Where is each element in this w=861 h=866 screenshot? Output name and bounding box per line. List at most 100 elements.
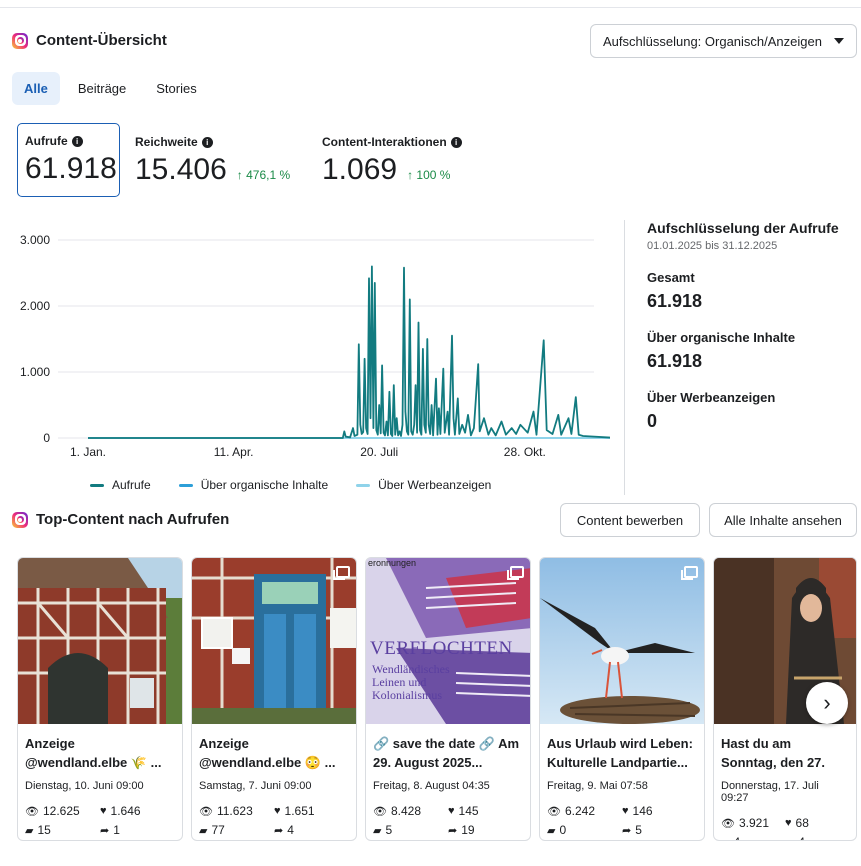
- views-count: 12.625: [42, 804, 80, 818]
- eye-icon: 👁: [373, 805, 387, 818]
- comment-icon: ▰: [25, 824, 34, 837]
- comment-icon: ▰: [373, 824, 382, 837]
- carousel-next-button[interactable]: ›: [806, 682, 848, 724]
- comments-count: 4: [733, 835, 740, 840]
- tab-beitraege[interactable]: Beiträge: [66, 72, 138, 105]
- post-thumbnail[interactable]: [18, 558, 182, 724]
- instagram-icon: [12, 32, 28, 49]
- views-line-chart: 3.000 2.000 1.000 0 1. Jan. 11. Apr. 20. Juli 2…: [20, 233, 610, 459]
- info-icon[interactable]: i: [71, 135, 83, 147]
- likes-count: 1.651: [284, 804, 315, 818]
- metric-delta: ↑ 476,1 %: [236, 168, 291, 182]
- post-thumbnail[interactable]: [192, 558, 356, 724]
- breakdown-title: Aufschlüsselung der Aufrufe: [647, 220, 839, 236]
- y-tick-label: 0: [43, 431, 50, 445]
- breakdown-label: Über organische Inhalte: [647, 330, 796, 345]
- views-count: 6.242: [564, 804, 595, 818]
- post-stats: 👁 6.242 ♥ 146 ▰ 0 ➦ 5: [540, 792, 704, 837]
- post-thumbnail[interactable]: eronnungen VERFLOCHTEN Wendländisches Le…: [366, 558, 530, 724]
- poster-title-text: VERFLOCHTEN: [370, 638, 513, 659]
- post-date: Dienstag, 10. Juni 09:00: [25, 780, 144, 792]
- metric-label: Aufrufe: [25, 134, 68, 148]
- post-title: 🔗 save the date 🔗 Am 29. August 2025...: [373, 736, 520, 770]
- y-tick-label: 1.000: [20, 365, 50, 379]
- views-count: 11.623: [216, 804, 253, 818]
- comments-count: 15: [37, 823, 51, 837]
- x-tick-label: 1. Jan.: [70, 445, 106, 459]
- heart-icon: ♥: [622, 805, 629, 817]
- post-title: Hast du am Sonntag, den 27. Juli, noch..…: [721, 736, 826, 776]
- legend-label: Über Werbeanzeigen: [378, 478, 492, 492]
- chart-legend: Aufrufe Über organische Inhalte Über Wer…: [90, 478, 491, 492]
- post-stats: 👁 12.625 ♥ 1.646 ▰ 15 ➦ 1: [18, 792, 182, 837]
- metric-value: 61.918: [25, 152, 117, 185]
- x-tick-label: 11. Apr.: [214, 445, 254, 459]
- top-divider: [0, 7, 861, 8]
- heart-icon: ♥: [274, 805, 281, 817]
- post-date: Samstag, 7. Juni 09:00: [199, 780, 312, 792]
- metric-delta: ↑ 100 %: [407, 168, 451, 182]
- views-count: 8.428: [390, 804, 421, 818]
- top-content-header: Top-Content nach Aufrufen: [12, 511, 229, 528]
- tab-alle[interactable]: Alle: [12, 72, 60, 105]
- heart-icon: ♥: [785, 817, 792, 829]
- share-icon: ➦: [622, 824, 632, 837]
- breakdown-dropdown[interactable]: Aufschlüsselung: Organisch/Anzeigen: [590, 24, 857, 58]
- view-all-content-button[interactable]: Alle Inhalte ansehen: [709, 503, 857, 537]
- top-content-cards: Anzeige @wendland.elbe 🌾 ... Dienstag, 1…: [17, 557, 857, 841]
- heart-icon: ♥: [448, 805, 455, 817]
- tab-stories[interactable]: Stories: [144, 72, 208, 105]
- comments-count: 0: [559, 823, 567, 837]
- blue-door-image: [192, 558, 356, 724]
- post-title: Anzeige @wendland.elbe 🌾 ...: [25, 736, 162, 770]
- metric-reichweite[interactable]: Reichweite i 15.406 ↑ 476,1 %: [135, 124, 290, 187]
- eye-icon: 👁: [25, 805, 39, 818]
- post-stats: 👁 11.623 ♥ 1.651 ▰ 77 ➦ 4: [192, 792, 356, 837]
- content-card[interactable]: eronnungen VERFLOCHTEN Wendländisches Le…: [365, 557, 531, 841]
- share-icon: ➦: [448, 824, 458, 837]
- y-tick-label: 2.000: [20, 299, 50, 313]
- share-icon: ➦: [785, 836, 794, 841]
- comments-count: 5: [385, 823, 393, 837]
- chart-sidebar-divider: [624, 220, 625, 495]
- carousel-icon: [507, 566, 524, 580]
- info-icon[interactable]: i: [201, 136, 213, 148]
- poster-top-text: eronnungen: [368, 558, 417, 568]
- post-stats: 👁 8.428 ♥ 145 ▰ 5 ➦ 19: [366, 792, 530, 837]
- top-content-title: Top-Content nach Aufrufen: [36, 511, 230, 528]
- legend-label: Über organische Inhalte: [200, 478, 329, 492]
- post-date: Donnerstag, 17. Juli 09:27: [721, 780, 819, 804]
- post-stats: 👁3.921 ♥68 ▰ 4 ➦ 4: [714, 804, 856, 841]
- content-card[interactable]: Anzeige @wendland.elbe 🌾 ... Dienstag, 1…: [17, 557, 183, 841]
- y-tick-label: 3.000: [20, 233, 50, 247]
- info-icon[interactable]: i: [450, 136, 462, 148]
- views-count: 3.921: [738, 816, 769, 830]
- breakdown-date-range: 01.01.2025 bis 31.12.2025: [647, 240, 778, 252]
- series-line-aufrufe: [88, 265, 610, 439]
- carousel-icon: [681, 566, 698, 580]
- content-overview-header: Content-Übersicht: [12, 32, 167, 49]
- breakdown-value: 61.918: [647, 351, 703, 371]
- shares-count: 5: [635, 823, 642, 837]
- post-thumbnail[interactable]: [540, 558, 704, 724]
- instagram-icon: [12, 511, 28, 528]
- comments-count: 77: [211, 823, 225, 837]
- legend-item-aufrufe[interactable]: Aufrufe: [90, 478, 151, 492]
- legend-item-werbung[interactable]: Über Werbeanzeigen: [356, 478, 491, 492]
- metric-label: Content-Interaktionen: [322, 135, 447, 149]
- metric-aufrufe[interactable]: Aufrufe i 61.918: [17, 123, 120, 197]
- legend-item-organisch[interactable]: Über organische Inhalte: [178, 478, 329, 492]
- views-breakdown-panel: Aufschlüsselung der Aufrufe 01.01.2025 b…: [647, 220, 857, 432]
- content-card[interactable]: Aus Urlaub wird Leben: Kulturelle Landpa…: [539, 557, 705, 841]
- promote-content-button[interactable]: Content bewerben: [560, 503, 700, 537]
- metric-content-interaktionen[interactable]: Content-Interaktionen i 1.069 ↑ 100 %: [322, 124, 462, 187]
- likes-count: 146: [632, 804, 653, 818]
- x-tick-label: 28. Okt.: [504, 445, 546, 459]
- breakdown-label: Über Werbeanzeigen: [647, 390, 776, 405]
- share-icon: ➦: [274, 824, 284, 837]
- chevron-right-icon: ›: [823, 690, 831, 715]
- carousel-icon: [333, 566, 350, 580]
- legend-swatch: [90, 483, 104, 487]
- eye-icon: 👁: [547, 805, 561, 818]
- content-card[interactable]: Anzeige @wendland.elbe 😳 ... Samstag, 7.…: [191, 557, 357, 841]
